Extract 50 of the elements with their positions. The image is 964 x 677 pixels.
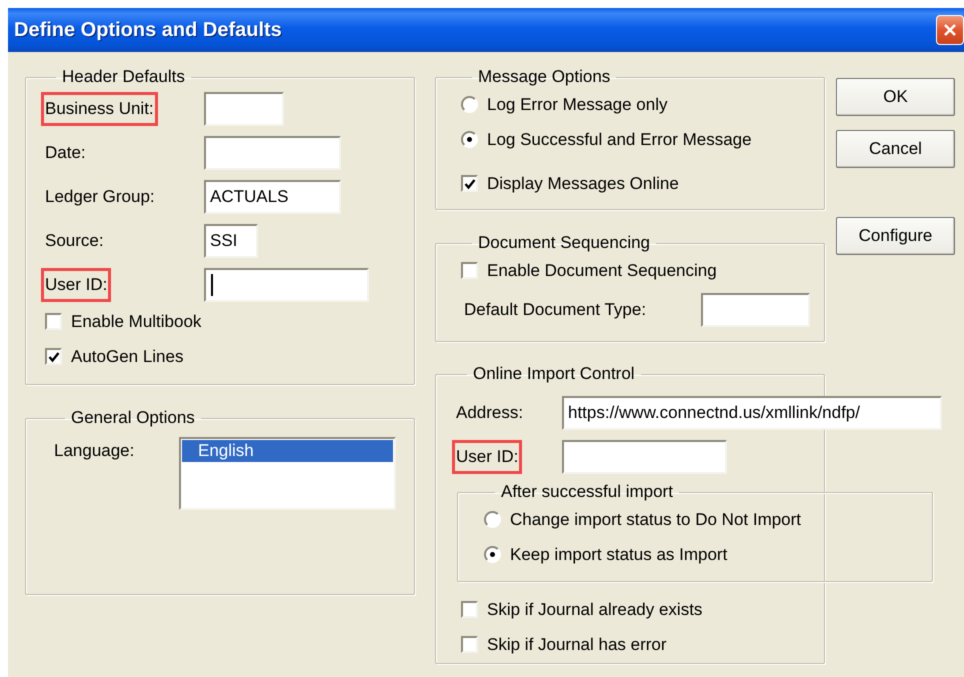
group-title: Document Sequencing xyxy=(477,233,652,253)
checkbox-label: Enable Document Sequencing xyxy=(487,260,717,280)
push-button[interactable]: OK xyxy=(836,78,955,116)
field-label: Default Document Type: xyxy=(463,299,648,321)
text-field[interactable] xyxy=(204,92,284,126)
checkbox[interactable] xyxy=(461,636,478,653)
field-label: Business Unit: xyxy=(41,92,158,126)
text-field[interactable]: SSI xyxy=(204,224,258,258)
field-label: Source: xyxy=(44,230,105,252)
radio-button[interactable] xyxy=(461,131,478,148)
checkbox[interactable] xyxy=(45,313,62,330)
field-label: Date: xyxy=(44,142,87,164)
field-label: User ID: xyxy=(41,268,112,302)
language-label: Language: xyxy=(54,440,136,461)
text-field[interactable]: https://www.connectnd.us/xmllink/ndfp/ xyxy=(562,396,942,430)
checkbox-label: Display Messages Online xyxy=(487,174,679,194)
push-button[interactable]: Cancel xyxy=(836,130,955,168)
checkbox-label: Enable Multibook xyxy=(71,312,202,332)
checkbox-label: Skip if Journal already exists xyxy=(487,600,702,620)
push-button[interactable]: Configure xyxy=(836,217,955,255)
group-title: After successful import xyxy=(500,482,674,502)
checkbox-label: Skip if Journal has error xyxy=(487,634,667,654)
field-label: Ledger Group: xyxy=(44,186,156,208)
list-item[interactable]: English xyxy=(182,440,393,462)
text-field[interactable] xyxy=(204,136,341,170)
checkbox-label: AutoGen Lines xyxy=(71,346,184,366)
radio-label: Log Successful and Error Message xyxy=(487,130,752,150)
radio-label: Log Error Message only xyxy=(487,94,668,114)
radio-button[interactable] xyxy=(461,96,478,113)
group-title: Header Defaults xyxy=(61,67,186,87)
text-field[interactable] xyxy=(204,268,369,302)
field-label: Address: xyxy=(455,402,524,424)
radio-label: Change import status to Do Not Import xyxy=(510,510,802,530)
text-field[interactable] xyxy=(701,293,810,327)
text-field[interactable] xyxy=(562,440,727,474)
group-title: Online Import Control xyxy=(472,364,636,384)
checkbox[interactable] xyxy=(461,175,478,192)
checkbox[interactable] xyxy=(461,601,478,618)
checkbox[interactable] xyxy=(45,348,62,365)
close-icon xyxy=(943,23,957,37)
radio-button[interactable] xyxy=(484,546,501,563)
group-title: Message Options xyxy=(477,67,612,87)
window-title: Define Options and Defaults xyxy=(13,18,282,42)
radio-button[interactable] xyxy=(484,511,501,528)
text-field[interactable]: ACTUALS xyxy=(204,180,341,214)
group-title: General Options xyxy=(70,408,196,428)
field-label: User ID: xyxy=(452,440,522,474)
close-button[interactable] xyxy=(936,15,964,45)
checkbox[interactable] xyxy=(461,262,478,279)
radio-label: Keep import status as Import xyxy=(510,544,728,564)
